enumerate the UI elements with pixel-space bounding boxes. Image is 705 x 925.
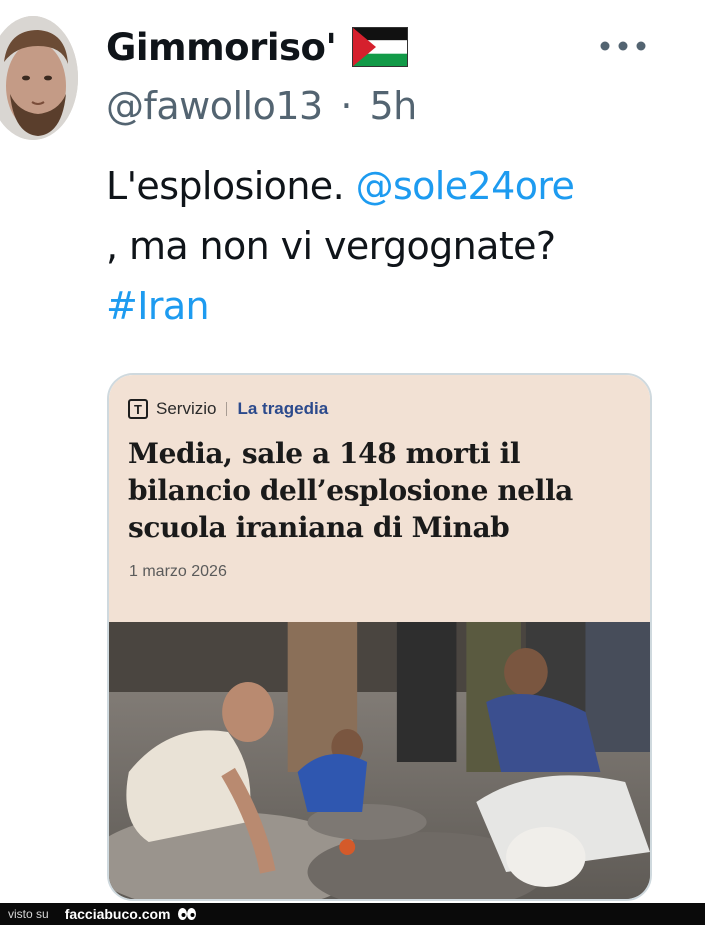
eyes-icon (177, 908, 196, 920)
headline-line: scuola iraniana di Minab (128, 511, 510, 544)
hashtag-link[interactable]: #Iran (106, 284, 210, 328)
media-card[interactable]: T Servizio La tragedia Media, sale a 148… (107, 373, 652, 901)
meta-separator: · (340, 84, 352, 128)
article-headline: Media, sale a 148 morti il bilancio dell… (128, 435, 638, 546)
kicker-divider (226, 402, 228, 416)
headline-line: Media, sale a 148 morti il (128, 437, 521, 470)
more-horizontal-icon (600, 41, 646, 51)
tweet-text-line-3: #Iran (106, 276, 686, 336)
headline-line: bilancio dell’esplosione nella (128, 474, 573, 507)
tweet-timestamp[interactable]: 5h (370, 84, 418, 128)
article-type-icon: T (128, 399, 148, 419)
watermark-prefix: visto su (8, 907, 49, 921)
watermark-bar: visto su facciabuco.com (0, 903, 705, 925)
palestine-flag-icon (352, 27, 409, 67)
article-screenshot-header: T Servizio La tragedia Media, sale a 148… (109, 375, 650, 622)
author-display-name[interactable]: Gimmoriso' (106, 26, 337, 69)
article-date: 1 marzo 2026 (129, 563, 227, 580)
article-type-label: Servizio (156, 399, 217, 418)
rubble-rescue-photo (109, 622, 650, 899)
author-name-row: Gimmoriso' (106, 22, 409, 72)
author-meta: @fawollo13 · 5h (106, 84, 417, 128)
article-kicker: T Servizio La tragedia (128, 399, 328, 419)
tweet-text-line-2: , ma non vi vergognate? (106, 224, 556, 268)
author-handle[interactable]: @fawollo13 (106, 84, 323, 128)
avatar[interactable] (0, 16, 78, 140)
more-options-button[interactable] (598, 34, 648, 58)
avatar-photo (0, 16, 78, 140)
article-section-label: La tragedia (237, 399, 329, 418)
mention-link[interactable]: @sole24ore (356, 164, 575, 208)
tweet-text-line-1: L'esplosione. @sole24ore (106, 156, 686, 216)
tweet-text: L'esplosione. @sole24ore , ma non vi ver… (106, 156, 686, 336)
news-photo (109, 622, 650, 899)
watermark-site[interactable]: facciabuco.com (65, 906, 171, 922)
tweet-text-segment: L'esplosione. (106, 164, 356, 208)
